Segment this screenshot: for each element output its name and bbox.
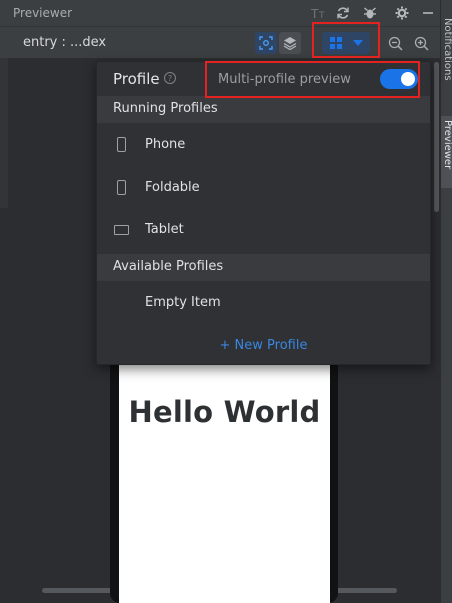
profile-row-phone[interactable]: Phone bbox=[97, 128, 430, 162]
zoom-in-icon bbox=[414, 36, 429, 51]
panel-title: Previewer bbox=[13, 6, 73, 20]
hello-world-text: Hello World bbox=[128, 395, 321, 429]
highlight-profile-button bbox=[312, 22, 380, 58]
svg-text:T: T bbox=[311, 7, 319, 20]
available-profiles-label: Available Profiles bbox=[113, 259, 224, 274]
entry-file-label: entry : ...dex bbox=[23, 35, 107, 50]
minimize-icon[interactable] bbox=[419, 4, 437, 22]
highlight-multi-profile-toggle bbox=[205, 61, 420, 98]
profile-title: Profile bbox=[113, 70, 160, 88]
zoom-in-button[interactable] bbox=[410, 32, 432, 54]
tablet-icon bbox=[114, 225, 129, 235]
inspect-icon bbox=[259, 36, 273, 50]
profile-label: Foldable bbox=[145, 180, 200, 195]
previewer-tab-label: Previewer bbox=[442, 120, 452, 170]
notifications-tab[interactable]: Notifications bbox=[442, 18, 452, 81]
inspector-toggle-button[interactable] bbox=[255, 32, 277, 54]
vertical-scrollbar[interactable] bbox=[434, 62, 439, 212]
profile-row-tablet[interactable]: Tablet bbox=[97, 213, 430, 247]
right-tool-strip: Notifications bbox=[440, 0, 452, 603]
profile-label: Tablet bbox=[145, 222, 184, 237]
refresh-icon[interactable] bbox=[334, 4, 352, 22]
profile-label: Phone bbox=[145, 137, 186, 152]
layers-icon bbox=[283, 37, 297, 50]
bug-icon[interactable] bbox=[361, 4, 379, 22]
profile-popup: Profile ? Multi-profile preview Running … bbox=[96, 61, 431, 365]
device-screen[interactable]: Hello World bbox=[119, 365, 330, 603]
profile-row-empty[interactable]: Empty Item bbox=[97, 286, 430, 320]
svg-text:T: T bbox=[318, 11, 325, 20]
profile-row-foldable[interactable]: Foldable bbox=[97, 171, 430, 205]
profile-label: Empty Item bbox=[145, 295, 221, 310]
running-profiles-header: Running Profiles bbox=[97, 96, 430, 123]
foldable-icon bbox=[117, 180, 126, 195]
available-profiles-header: Available Profiles bbox=[97, 254, 430, 281]
zoom-out-icon bbox=[388, 36, 403, 51]
layers-button[interactable] bbox=[279, 32, 301, 54]
canvas-left-edge bbox=[0, 58, 8, 208]
zoom-out-button[interactable] bbox=[384, 32, 406, 54]
running-profiles-label: Running Profiles bbox=[113, 101, 218, 116]
new-profile-link[interactable]: + New Profile bbox=[97, 338, 430, 353]
phone-icon bbox=[117, 137, 126, 152]
previewer-tab[interactable]: Previewer bbox=[441, 116, 452, 188]
text-size-icon[interactable]: TT bbox=[310, 4, 328, 22]
help-icon[interactable]: ? bbox=[164, 72, 176, 84]
gear-icon[interactable] bbox=[393, 4, 411, 22]
